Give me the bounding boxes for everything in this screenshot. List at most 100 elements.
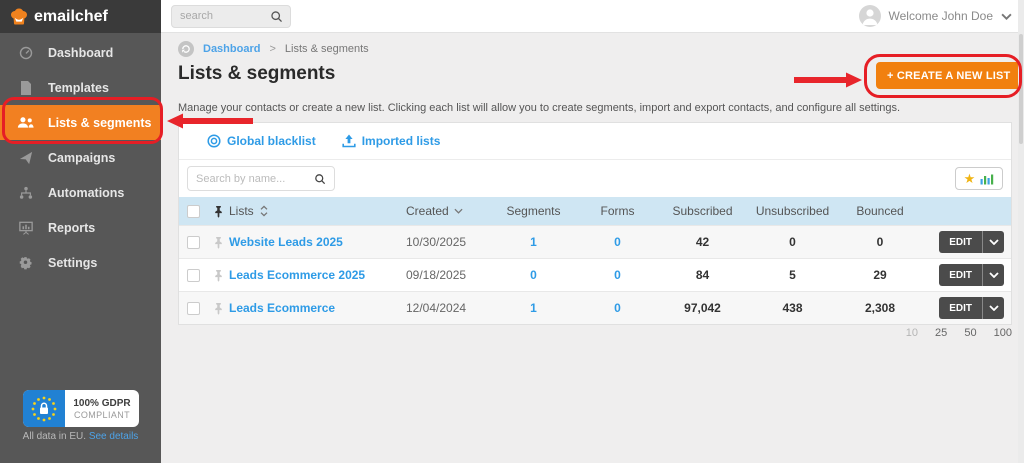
gdpr-badge: 100% GDPR COMPLIANT xyxy=(23,390,139,427)
sidebar-item-label: Campaigns xyxy=(48,151,115,165)
list-name-link[interactable]: Leads Ecommerce xyxy=(229,301,335,315)
chevron-down-icon xyxy=(454,208,463,214)
page-size-50[interactable]: 50 xyxy=(964,327,976,339)
pin-icon[interactable] xyxy=(207,236,229,249)
list-name-link[interactable]: Leads Ecommerce 2025 xyxy=(229,268,365,282)
row-checkbox[interactable] xyxy=(187,236,200,249)
page-description: Manage your contacts or create a new lis… xyxy=(178,102,900,114)
sidebar-item-reports[interactable]: Reports xyxy=(0,210,161,245)
topbar: Welcome John Doe xyxy=(161,0,1024,33)
segments-count-link[interactable]: 1 xyxy=(491,235,576,249)
list-name-link[interactable]: Website Leads 2025 xyxy=(229,235,343,249)
edit-split-button: EDIT xyxy=(939,231,1004,253)
sidebar-item-dashboard[interactable]: Dashboard xyxy=(0,35,161,70)
unsubscribed-cell: 438 xyxy=(746,301,839,315)
page-size-25[interactable]: 25 xyxy=(935,327,947,339)
col-bounced-label[interactable]: Bounced xyxy=(839,204,921,218)
forms-count-link[interactable]: 0 xyxy=(576,268,659,282)
eu-lock-icon xyxy=(23,390,65,427)
favorites-stats-toggle[interactable]: ★ xyxy=(955,167,1003,190)
sidebar-item-campaigns[interactable]: Campaigns xyxy=(0,140,161,175)
sitemap-icon xyxy=(17,186,34,200)
chef-hat-icon xyxy=(9,7,29,26)
segments-count-link[interactable]: 0 xyxy=(491,268,576,282)
edit-dropdown-button[interactable] xyxy=(983,264,1004,286)
breadcrumb-current: Lists & segments xyxy=(285,43,369,55)
edit-split-button: EDIT xyxy=(939,264,1004,286)
annotation-arrow-right xyxy=(794,71,862,94)
app-window: emailchef Dashboard Templates Lists & se… xyxy=(0,0,1024,463)
forms-count-link[interactable]: 0 xyxy=(576,301,659,315)
scrollbar[interactable] xyxy=(1018,0,1024,463)
sidebar-item-templates[interactable]: Templates xyxy=(0,70,161,105)
gdpr-footer-text: All data in EU. xyxy=(23,431,86,442)
document-icon xyxy=(17,81,34,95)
edit-dropdown-button[interactable] xyxy=(983,297,1004,319)
pin-icon[interactable] xyxy=(207,302,229,315)
people-icon xyxy=(17,116,34,129)
create-new-list-button[interactable]: + CREATE A NEW LIST xyxy=(876,62,1021,89)
breadcrumb-dashboard-link[interactable]: Dashboard xyxy=(203,43,260,55)
gear-icon xyxy=(17,256,34,270)
subscribed-cell: 84 xyxy=(659,268,746,282)
search-icon[interactable] xyxy=(314,173,326,185)
logo[interactable]: emailchef xyxy=(0,0,161,33)
edit-dropdown-button[interactable] xyxy=(983,231,1004,253)
sidebar-item-automations[interactable]: Automations xyxy=(0,175,161,210)
edit-button[interactable]: EDIT xyxy=(939,264,983,286)
stats-bars-icon xyxy=(980,173,994,185)
page-size-selector: 10 25 50 100 xyxy=(178,327,1012,339)
col-segments-label[interactable]: Segments xyxy=(491,204,576,218)
avatar xyxy=(859,5,881,27)
table-row: Leads Ecommerce 2025 09/18/2025 0 0 84 5… xyxy=(179,258,1011,291)
sidebar-item-label: Automations xyxy=(48,186,124,200)
table-row: Website Leads 2025 10/30/2025 1 0 42 0 0… xyxy=(179,225,1011,258)
gdpr-line2: COMPLIANT xyxy=(74,410,130,420)
history-icon xyxy=(178,41,194,57)
global-search-input[interactable] xyxy=(172,10,264,22)
row-checkbox[interactable] xyxy=(187,269,200,282)
edit-split-button: EDIT xyxy=(939,297,1004,319)
page-size-10[interactable]: 10 xyxy=(906,327,918,339)
speedometer-icon xyxy=(17,46,34,60)
scrollbar-thumb[interactable] xyxy=(1019,34,1023,144)
created-cell: 10/30/2025 xyxy=(406,235,491,249)
bounced-cell: 2,308 xyxy=(839,301,921,315)
edit-button[interactable]: EDIT xyxy=(939,231,983,253)
imported-lists-button[interactable]: Imported lists xyxy=(342,134,441,148)
col-subscribed-label[interactable]: Subscribed xyxy=(659,204,746,218)
col-forms-label[interactable]: Forms xyxy=(576,204,659,218)
unsubscribed-cell: 5 xyxy=(746,268,839,282)
report-chart-icon xyxy=(17,221,34,235)
sidebar-item-label: Reports xyxy=(48,221,95,235)
row-checkbox[interactable] xyxy=(187,302,200,315)
edit-button[interactable]: EDIT xyxy=(939,297,983,319)
col-unsubscribed-label[interactable]: Unsubscribed xyxy=(746,204,839,218)
subscribed-cell: 97,042 xyxy=(659,301,746,315)
sort-icon xyxy=(260,205,268,217)
pin-icon[interactable] xyxy=(207,205,229,218)
global-blacklist-label: Global blacklist xyxy=(227,134,316,148)
sort-by-created[interactable]: Created xyxy=(406,204,491,218)
sidebar-item-lists-segments[interactable]: Lists & segments xyxy=(0,105,161,140)
sidebar-item-settings[interactable]: Settings xyxy=(0,245,161,280)
panel-links-row: Global blacklist Imported lists xyxy=(179,123,1011,160)
name-search-input[interactable] xyxy=(188,173,306,185)
sort-by-lists[interactable]: Lists xyxy=(229,204,406,218)
global-blacklist-button[interactable]: Global blacklist xyxy=(207,134,316,148)
paper-plane-icon xyxy=(17,151,34,165)
lists-panel: Global blacklist Imported lists ★ xyxy=(178,122,1012,325)
forms-count-link[interactable]: 0 xyxy=(576,235,659,249)
sidebar-menu: Dashboard Templates Lists & segments Cam… xyxy=(0,33,161,280)
user-menu[interactable]: Welcome John Doe xyxy=(859,5,1013,27)
page-size-100[interactable]: 100 xyxy=(994,327,1012,339)
brand-name: emailchef xyxy=(34,8,108,26)
sidebar-item-label: Dashboard xyxy=(48,46,113,60)
search-icon[interactable] xyxy=(270,10,283,23)
pin-icon[interactable] xyxy=(207,269,229,282)
segments-count-link[interactable]: 1 xyxy=(491,301,576,315)
select-all-checkbox[interactable] xyxy=(187,205,200,218)
breadcrumb-separator: > xyxy=(269,43,275,55)
table-header-row: Lists Created Segments Forms Subscribed … xyxy=(179,197,1011,225)
see-details-link[interactable]: See details xyxy=(89,431,138,442)
